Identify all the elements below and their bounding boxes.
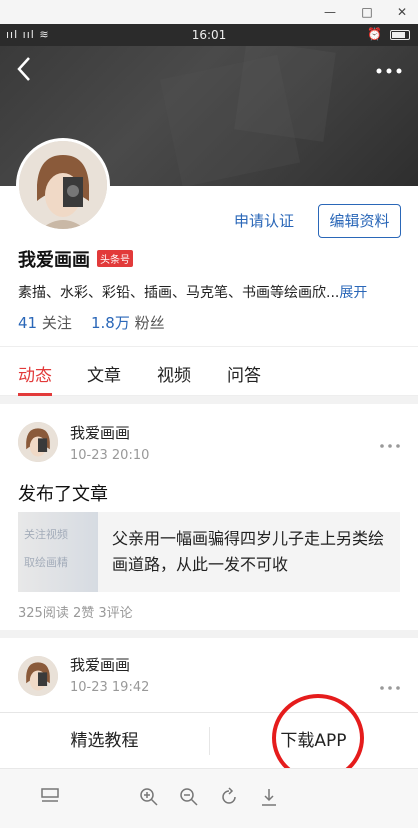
following-stat[interactable]: 41 关注	[18, 314, 72, 332]
feed-time: 10-23 19:42	[70, 680, 150, 695]
article-card[interactable]: 关注视频 取绘画精 父亲用一幅画骗得四岁儿子走上另类绘画道路，从此一发不可收	[18, 512, 400, 592]
avatar[interactable]	[18, 422, 58, 462]
following-count: 41	[18, 314, 38, 332]
browser-toolbar	[0, 768, 418, 828]
thumb-text: 取绘画精	[24, 556, 68, 569]
followers-stat[interactable]: 1.8万 粉丝	[91, 314, 165, 332]
battery-icon	[390, 29, 410, 40]
minimize-icon[interactable]: —	[322, 4, 338, 20]
zoom-out-icon[interactable]	[178, 787, 200, 809]
followers-count: 1.8万	[90, 314, 130, 332]
section-divider	[0, 396, 418, 404]
alarm-icon: ⏰	[367, 27, 383, 41]
status-time: 16:01	[191, 28, 227, 42]
article-title: 父亲用一幅画骗得四岁儿子走上另类绘画道路，从此一发不可收	[112, 529, 385, 574]
tab-videos[interactable]: 视频	[157, 361, 191, 386]
tab-qa[interactable]: 问答	[227, 361, 261, 386]
status-right: ⏰	[367, 27, 410, 41]
profile-tabs: 动态 文章 视频 问答	[0, 346, 418, 396]
tab-articles[interactable]: 文章	[87, 361, 121, 386]
feed-meta: 325阅读 2赞 3评论	[18, 606, 133, 621]
feed-author[interactable]: 我爱画画	[70, 422, 130, 443]
layout-icon[interactable]	[39, 787, 61, 809]
tab-dynamics[interactable]: 动态	[18, 361, 52, 386]
avatar[interactable]	[18, 656, 58, 696]
profile-name: 我爱画画	[18, 250, 90, 271]
more-icon[interactable]	[380, 432, 400, 453]
feed-time: 10-23 20:10	[70, 448, 150, 463]
profile-bio: 素描、水彩、彩铅、插画、马克笔、书画等绘画欣...展开	[18, 282, 418, 302]
profile-stats: 41 关注 1.8万 粉丝	[18, 312, 165, 333]
thumb-text: 关注视频	[24, 528, 68, 541]
download-icon[interactable]	[258, 787, 280, 809]
account-type-badge: 头条号	[97, 250, 133, 267]
more-icon[interactable]	[380, 674, 400, 695]
article-thumbnail: 关注视频 取绘画精	[18, 512, 98, 592]
feed-item[interactable]: 我爱画画 10-23 20:10 发布了文章 关注视频 取绘画精 父亲用一幅画骗…	[0, 404, 418, 630]
bio-text: 素描、水彩、彩铅、插画、马克笔、书画等绘画欣...	[18, 285, 340, 301]
following-label: 关注	[41, 314, 72, 332]
app-root: — □ ✕ ııl ııl ≋ 16:01 ⏰ 申请认证 编辑资料 我爱画画 头…	[0, 0, 418, 828]
window-titlebar: — □ ✕	[0, 0, 418, 24]
feed-item[interactable]: 我爱画画 10-23 19:42	[0, 638, 418, 712]
followers-label: 粉丝	[134, 314, 165, 332]
edit-profile-button[interactable]: 编辑资料	[318, 204, 401, 238]
refresh-icon[interactable]	[218, 787, 240, 809]
section-divider	[0, 630, 418, 638]
more-icon[interactable]	[376, 58, 402, 79]
status-bar: ııl ııl ≋ 16:01 ⏰	[0, 24, 418, 46]
apply-verification-button[interactable]: 申请认证	[224, 208, 304, 234]
bio-expand-link[interactable]: 展开	[339, 285, 367, 301]
feed-author[interactable]: 我爱画画	[70, 654, 130, 675]
zoom-in-icon[interactable]	[138, 787, 160, 809]
back-icon[interactable]	[16, 56, 32, 89]
maximize-icon[interactable]: □	[359, 4, 375, 20]
featured-tutorials-button[interactable]: 精选教程	[0, 713, 209, 769]
feed-text: 发布了文章	[18, 484, 108, 505]
avatar[interactable]	[16, 138, 110, 232]
close-icon[interactable]: ✕	[394, 4, 410, 20]
